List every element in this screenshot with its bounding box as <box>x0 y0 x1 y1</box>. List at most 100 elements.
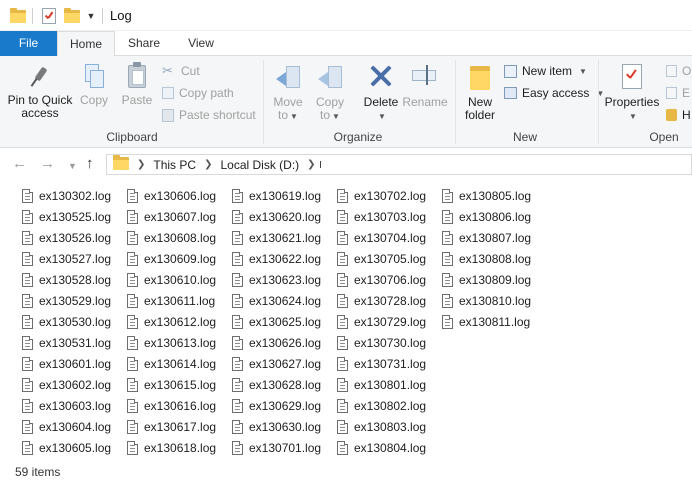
file-item[interactable]: ex130617.log <box>127 416 216 437</box>
breadcrumb-chevron-icon[interactable]: ❯ <box>204 159 212 170</box>
file-item[interactable]: ex130731.log <box>337 353 426 374</box>
back-arrow-icon[interactable]: ← <box>12 155 27 173</box>
file-item[interactable]: ex130607.log <box>127 206 216 227</box>
file-item[interactable]: ex130614.log <box>127 353 216 374</box>
file-item[interactable]: ex130706.log <box>337 269 426 290</box>
file-item[interactable]: ex130608.log <box>127 227 216 248</box>
recent-locations-chevron-icon[interactable]: ▼ <box>68 157 77 175</box>
up-arrow-icon[interactable]: ↑ <box>86 155 94 173</box>
file-item[interactable]: ex130704.log <box>337 227 426 248</box>
file-item[interactable]: ex130621.log <box>232 227 321 248</box>
tab-share[interactable]: Share <box>120 31 168 56</box>
file-item[interactable]: ex130811.log <box>442 311 530 332</box>
file-item[interactable]: ex130705.log <box>337 248 426 269</box>
properties-button[interactable]: Properties ▼ <box>604 62 660 123</box>
file-item[interactable]: ex130613.log <box>127 332 216 353</box>
file-item[interactable]: ex130622.log <box>232 248 321 269</box>
file-item[interactable]: ex130803.log <box>337 416 426 437</box>
file-item[interactable]: ex130612.log <box>127 311 216 332</box>
file-item[interactable]: ex130809.log <box>442 269 531 290</box>
new-folder-button[interactable]: New folder <box>460 62 500 122</box>
file-item[interactable]: ex130626.log <box>232 332 321 353</box>
tab-view[interactable]: View <box>176 31 226 56</box>
file-item[interactable]: ex130728.log <box>337 290 426 311</box>
file-item[interactable]: ex130601.log <box>22 353 111 374</box>
new-item-button[interactable]: New item ▼ <box>504 62 587 80</box>
file-item[interactable]: ex130624.log <box>232 290 321 311</box>
properties-quick-icon[interactable] <box>40 7 58 25</box>
paste-shortcut-button[interactable]: Paste shortcut <box>162 106 256 124</box>
file-item[interactable]: ex130806.log <box>442 206 531 227</box>
file-item[interactable]: ex130810.log <box>442 290 531 311</box>
copy-path-button[interactable]: Copy path <box>162 84 234 102</box>
file-item[interactable]: ex130702.log <box>337 185 426 206</box>
file-item[interactable]: ex130620.log <box>232 206 321 227</box>
file-item[interactable]: ex130302.log <box>22 185 111 206</box>
pin-to-quick-access-button[interactable]: Pin to Quick access <box>4 64 76 120</box>
file-item[interactable]: ex130802.log <box>337 395 426 416</box>
new-folder-quick-icon[interactable] <box>63 7 81 25</box>
file-item[interactable]: ex130627.log <box>232 353 321 374</box>
paste-button[interactable]: Paste <box>118 62 156 107</box>
file-item[interactable]: ex130801.log <box>337 374 426 395</box>
file-item[interactable]: ex130804.log <box>337 437 426 458</box>
file-item[interactable]: ex130807.log <box>442 227 531 248</box>
file-item[interactable]: ex130606.log <box>127 185 216 206</box>
file-item[interactable]: ex130808.log <box>442 248 531 269</box>
file-name: ex130728.log <box>354 293 427 308</box>
file-item[interactable]: ex130605.log <box>22 437 111 458</box>
file-item[interactable]: ex130604.log <box>22 416 111 437</box>
file-item[interactable]: ex130602.log <box>22 374 111 395</box>
customize-chevron-down-icon[interactable]: ▼ <box>85 7 97 25</box>
move-to-button[interactable]: Move to ▼ <box>270 62 306 123</box>
log-file-icon <box>127 230 138 245</box>
file-item[interactable]: ex130615.log <box>127 374 216 395</box>
delete-button[interactable]: Delete ▼ <box>360 62 402 123</box>
log-file-icon <box>22 251 33 266</box>
file-item[interactable]: ex130526.log <box>22 227 111 248</box>
rename-button[interactable]: Rename <box>402 62 448 109</box>
breadcrumb-chevron-icon[interactable]: ❯ <box>137 159 145 170</box>
file-item[interactable]: ex130729.log <box>337 311 426 332</box>
edit-button[interactable]: E <box>666 84 690 102</box>
copy-button[interactable]: Copy <box>76 62 112 107</box>
file-item[interactable]: ex130603.log <box>22 395 111 416</box>
file-item[interactable]: ex130805.log <box>442 185 531 206</box>
tab-file[interactable]: File <box>0 31 57 56</box>
file-item[interactable]: ex130616.log <box>127 395 216 416</box>
open-button[interactable]: O <box>666 62 691 80</box>
copy-to-button[interactable]: Copy to ▼ <box>312 62 348 123</box>
file-item[interactable]: ex130625.log <box>232 311 321 332</box>
file-item[interactable]: ex130629.log <box>232 395 321 416</box>
scissors-icon: ✂ <box>162 63 173 78</box>
file-item[interactable]: ex130609.log <box>127 248 216 269</box>
file-item[interactable]: ex130628.log <box>232 374 321 395</box>
file-item[interactable]: ex130630.log <box>232 416 321 437</box>
file-item[interactable]: ex130703.log <box>337 206 426 227</box>
file-item[interactable]: ex130611.log <box>127 290 215 311</box>
file-item[interactable]: ex130525.log <box>22 206 111 227</box>
file-item[interactable]: ex130701.log <box>232 437 321 458</box>
file-item[interactable]: ex130530.log <box>22 311 111 332</box>
log-file-icon <box>127 314 138 329</box>
breadcrumb-local-disk[interactable]: Local Disk (D:) <box>220 158 299 172</box>
forward-arrow-icon[interactable]: → <box>40 155 55 173</box>
history-button[interactable]: H <box>666 106 691 124</box>
file-item[interactable]: ex130527.log <box>22 248 111 269</box>
log-file-icon <box>442 293 453 308</box>
easy-access-button[interactable]: Easy access ▼ <box>504 84 604 102</box>
file-item[interactable]: ex130529.log <box>22 290 111 311</box>
file-item[interactable]: ex130528.log <box>22 269 111 290</box>
file-item[interactable]: ex130730.log <box>337 332 426 353</box>
file-item[interactable]: ex130619.log <box>232 185 321 206</box>
tab-home[interactable]: Home <box>57 31 115 57</box>
address-bar[interactable]: ❯ This PC ❯ Local Disk (D:) ❯ <box>106 154 692 175</box>
breadcrumb-this-pc[interactable]: This PC <box>153 158 196 172</box>
file-name: ex130811.log <box>459 314 531 329</box>
file-item[interactable]: ex130610.log <box>127 269 216 290</box>
cut-button[interactable]: ✂ Cut <box>162 62 200 80</box>
file-item[interactable]: ex130618.log <box>127 437 216 458</box>
breadcrumb-chevron-icon[interactable]: ❯ <box>307 159 315 170</box>
file-item[interactable]: ex130531.log <box>22 332 111 353</box>
file-item[interactable]: ex130623.log <box>232 269 321 290</box>
